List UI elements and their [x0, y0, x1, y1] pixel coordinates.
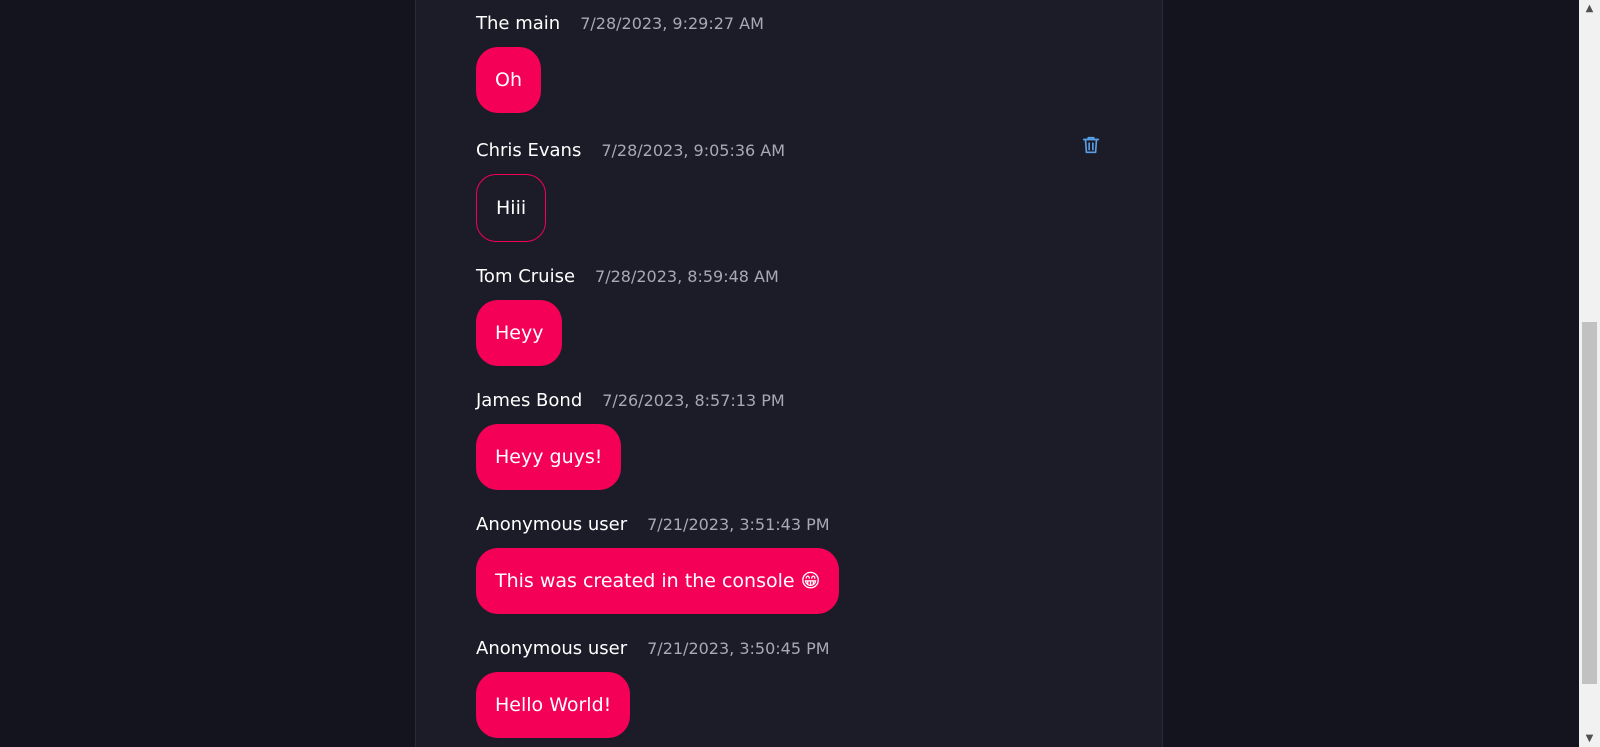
message-bubble: Heyy: [476, 300, 563, 366]
message-item: Chris Evans 7/28/2023, 9:05:36 AM Hiii: [476, 136, 1102, 242]
message-bubble: Hello World!: [476, 672, 631, 738]
message-bubble: Hiii: [476, 174, 547, 242]
message-timestamp: 7/28/2023, 9:29:27 AM: [580, 14, 764, 33]
scroll-up-icon[interactable]: ▲: [1579, 0, 1600, 17]
message-author: Tom Cruise: [476, 266, 576, 287]
message-timestamp: 7/28/2023, 9:05:36 AM: [601, 141, 786, 160]
message-author: Anonymous user: [476, 514, 628, 535]
message-timestamp: 7/21/2023, 3:51:43 PM: [647, 515, 830, 534]
chat-messages-panel: The main 7/28/2023, 9:29:27 AM Oh Chris …: [415, 0, 1163, 747]
message-author: The main: [476, 13, 561, 34]
delete-message-button[interactable]: [1080, 134, 1102, 156]
message-bubble: Heyy guys!: [476, 424, 622, 490]
message-item: Anonymous user 7/21/2023, 3:50:45 PM Hel…: [476, 638, 1102, 738]
page-scrollbar[interactable]: ▲ ▼: [1579, 0, 1600, 747]
message-author: Chris Evans: [476, 140, 582, 161]
message-header: Tom Cruise 7/28/2023, 8:59:48 AM: [476, 266, 1102, 290]
message-header: Chris Evans 7/28/2023, 9:05:36 AM: [476, 140, 1102, 164]
message-header: The main 7/28/2023, 9:29:27 AM: [476, 13, 1102, 37]
scroll-down-icon[interactable]: ▼: [1579, 730, 1600, 747]
chat-page: The main 7/28/2023, 9:29:27 AM Oh Chris …: [0, 0, 1600, 747]
message-author: James Bond: [476, 390, 583, 411]
message-timestamp: 7/26/2023, 8:57:13 PM: [602, 391, 785, 410]
trash-icon: [1082, 136, 1100, 154]
scrollbar-thumb[interactable]: [1582, 322, 1597, 684]
message-timestamp: 7/28/2023, 8:59:48 AM: [595, 267, 779, 286]
message-header: James Bond 7/26/2023, 8:57:13 PM: [476, 390, 1102, 414]
message-item: Tom Cruise 7/28/2023, 8:59:48 AM Heyy: [476, 266, 1102, 366]
message-author: Anonymous user: [476, 638, 628, 659]
message-timestamp: 7/21/2023, 3:50:45 PM: [647, 639, 830, 658]
message-header: Anonymous user 7/21/2023, 3:51:43 PM: [476, 514, 1102, 538]
message-item: The main 7/28/2023, 9:29:27 AM Oh: [476, 13, 1102, 113]
message-header: Anonymous user 7/21/2023, 3:50:45 PM: [476, 638, 1102, 662]
message-item: Anonymous user 7/21/2023, 3:51:43 PM Thi…: [476, 514, 1102, 614]
message-bubble: This was created in the console 😁: [476, 548, 840, 614]
message-bubble: Oh: [476, 47, 541, 113]
message-item: James Bond 7/26/2023, 8:57:13 PM Heyy gu…: [476, 390, 1102, 490]
